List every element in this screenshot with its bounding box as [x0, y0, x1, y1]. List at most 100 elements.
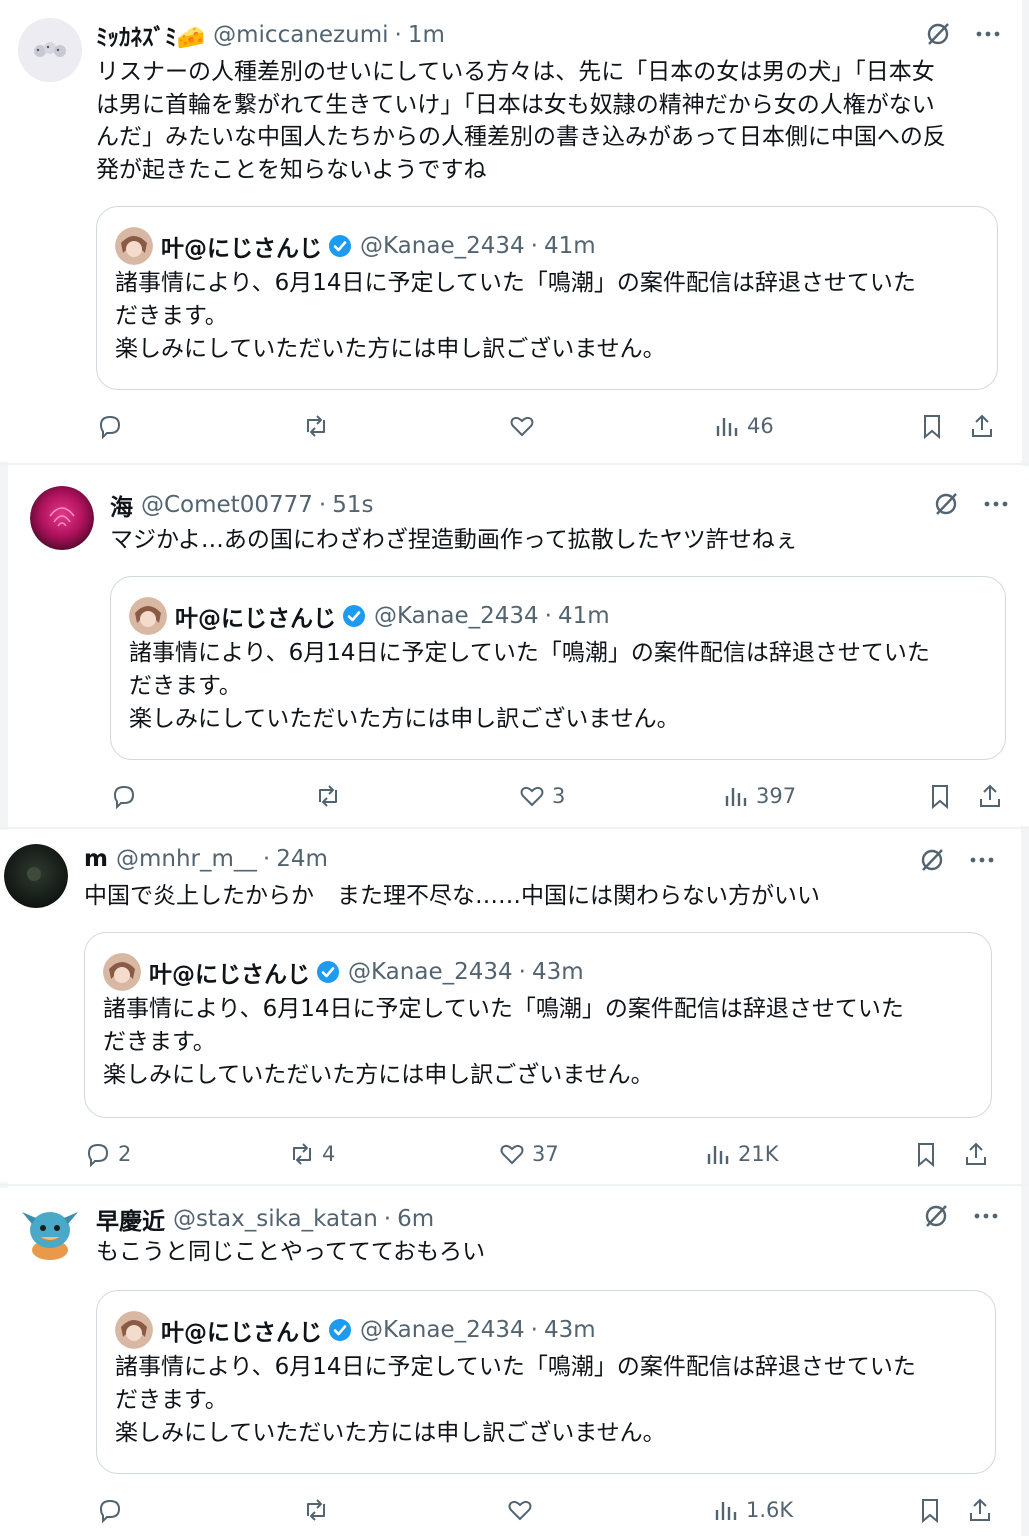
post-text: リスナーの人種差別のせいにしている方々は、先に「日本の女は男の犬」「日本女 は男… — [96, 59, 946, 183]
like-button[interactable] — [506, 1490, 540, 1530]
views-count: 397 — [756, 784, 797, 808]
grok-icon[interactable] — [922, 1202, 950, 1230]
user-handle[interactable]: @stax_sika_katan — [173, 1206, 378, 1232]
post-stax-sika-katan[interactable]: 早慶近 @stax_sika_katan · 6m もこうと同じことやってててお… — [0, 1188, 1021, 1536]
share-button[interactable] — [966, 1490, 994, 1530]
quote-timestamp: 43m — [531, 959, 584, 985]
quote-header: 叶@にじさんじ @Kanae_2434 · 43m — [103, 953, 584, 991]
bookmark-button[interactable] — [926, 776, 954, 816]
post-text: 中国で炎上したからか また理不尽な……中国には関わらない方がいい — [84, 883, 820, 909]
post-top-icons — [918, 846, 996, 874]
post-mnhr[interactable]: m @mnhr_m__ · 24m 中国で炎上したからか また理不尽な……中国に… — [0, 830, 1021, 1182]
avatar[interactable] — [18, 18, 82, 82]
quote-display-name: 叶@にじさんじ — [175, 606, 336, 632]
user-handle[interactable]: @Comet00777 — [141, 492, 313, 518]
post-text: もこうと同じことやっててておもろい — [96, 1239, 486, 1265]
more-icon[interactable] — [974, 20, 1002, 48]
repost-button[interactable] — [314, 776, 348, 816]
quote-display-name: 叶@にじさんじ — [161, 1320, 322, 1346]
user-handle[interactable]: @miccanezumi — [213, 22, 388, 48]
repost-icon — [307, 415, 325, 437]
views-count: 1.6K — [746, 1498, 794, 1522]
quote-header: 叶@にじさんじ @Kanae_2434 · 41m — [115, 227, 596, 265]
views-button[interactable]: 46 — [713, 406, 774, 446]
bookmark-button[interactable] — [918, 406, 946, 446]
share-button[interactable] — [976, 776, 1004, 816]
like-button[interactable]: 37 — [498, 1134, 559, 1174]
display-name[interactable]: 早慶近 — [96, 1202, 165, 1236]
separator-dot: · — [383, 1206, 392, 1232]
user-handle[interactable]: @mnhr_m__ — [116, 846, 257, 872]
post-miccanezumi[interactable]: ﾐｯｶﾈｽﾞﾐ🧀 @miccanezumi · 1m リスナーの人種差別のせいに… — [0, 0, 1022, 462]
repost-button[interactable] — [302, 406, 336, 446]
views-icon — [716, 418, 738, 436]
views-icon — [725, 788, 747, 806]
views-button[interactable]: 1.6K — [712, 1490, 793, 1530]
timestamp[interactable]: 51s — [332, 492, 373, 518]
avatar[interactable] — [30, 486, 94, 550]
share-button[interactable] — [968, 406, 996, 446]
bookmark-icon — [922, 1499, 938, 1524]
bookmark-button[interactable] — [912, 1134, 940, 1174]
quote-text: 諸事情により、6月14日に予定していた「鳴潮」の案件配信は辞退させていた だきま… — [115, 270, 916, 362]
reply-button[interactable]: 2 — [84, 1134, 131, 1174]
post-header: m @mnhr_m__ · 24m — [84, 846, 328, 872]
reply-button[interactable] — [110, 776, 144, 816]
bookmark-icon — [932, 785, 948, 810]
grok-icon[interactable] — [924, 20, 952, 48]
quote-handle: @Kanae_2434 — [360, 1317, 525, 1343]
views-button[interactable]: 21K — [704, 1134, 779, 1174]
views-button[interactable]: 397 — [722, 776, 796, 816]
post-top-icons — [924, 20, 1002, 48]
quoted-post[interactable]: 叶@にじさんじ @Kanae_2434 · 43m 諸事情により、6月14日に予… — [96, 1290, 996, 1474]
views-icon — [715, 1502, 737, 1520]
share-icon — [972, 414, 992, 437]
post-header: ﾐｯｶﾈｽﾞﾐ🧀 @miccanezumi · 1m — [96, 18, 445, 52]
quote-timestamp: 43m — [543, 1317, 596, 1343]
display-name[interactable]: m — [84, 846, 108, 872]
timestamp[interactable]: 24m — [276, 846, 328, 872]
separator-dot: · — [394, 22, 402, 48]
like-button[interactable]: 3 — [518, 776, 565, 816]
share-icon — [966, 1142, 986, 1165]
quoted-post[interactable]: 叶@にじさんじ @Kanae_2434 · 43m 諸事情により、6月14日に予… — [84, 932, 992, 1118]
action-bar: 46 — [96, 406, 1006, 446]
quote-avatar — [103, 953, 141, 991]
quote-display-name: 叶@にじさんじ — [161, 236, 322, 262]
reply-icon — [99, 415, 121, 440]
action-bar: 2 4 37 21K — [84, 1134, 994, 1174]
repost-button[interactable]: 4 — [288, 1134, 335, 1174]
share-button[interactable] — [962, 1134, 990, 1174]
like-count: 3 — [552, 784, 566, 808]
reply-button[interactable] — [96, 406, 130, 446]
timestamp[interactable]: 6m — [397, 1206, 434, 1232]
separator-dot: · — [262, 846, 271, 872]
bookmark-button[interactable] — [916, 1490, 944, 1530]
repost-button[interactable] — [302, 1490, 336, 1530]
reply-button[interactable] — [96, 1490, 130, 1530]
more-icon[interactable] — [972, 1202, 1000, 1230]
display-name[interactable]: 海 — [110, 488, 133, 522]
divider — [0, 463, 1029, 465]
display-name[interactable]: ﾐｯｶﾈｽﾞﾐ🧀 — [96, 18, 205, 52]
more-icon[interactable] — [968, 846, 996, 874]
separator-dot: · — [544, 603, 552, 629]
quote-header: 叶@にじさんじ @Kanae_2434 · 41m — [129, 597, 610, 635]
reply-icon — [87, 1143, 109, 1168]
grok-icon[interactable] — [932, 490, 960, 518]
share-icon — [970, 1498, 990, 1521]
avatar[interactable] — [4, 844, 68, 908]
quoted-post[interactable]: 叶@にじさんじ @Kanae_2434 · 41m 諸事情により、6月14日に予… — [110, 576, 1006, 760]
more-icon[interactable] — [982, 490, 1010, 518]
timestamp[interactable]: 1m — [408, 22, 445, 48]
verified-badge-icon — [329, 1319, 351, 1341]
like-button[interactable] — [508, 406, 542, 446]
post-comet00777[interactable]: 海 @Comet00777 · 51s マジかよ…あの国にわざわざ捏造動画作って… — [8, 466, 1029, 826]
quote-avatar — [129, 597, 167, 635]
quoted-post[interactable]: 叶@にじさんじ @Kanae_2434 · 41m 諸事情により、6月14日に予… — [96, 206, 998, 390]
quote-text: 諸事情により、6月14日に予定していた「鳴潮」の案件配信は辞退させていた だきま… — [129, 640, 930, 732]
avatar[interactable] — [18, 1200, 82, 1264]
grok-icon[interactable] — [918, 846, 946, 874]
bookmark-icon — [924, 415, 940, 440]
reply-count: 2 — [118, 1142, 132, 1166]
